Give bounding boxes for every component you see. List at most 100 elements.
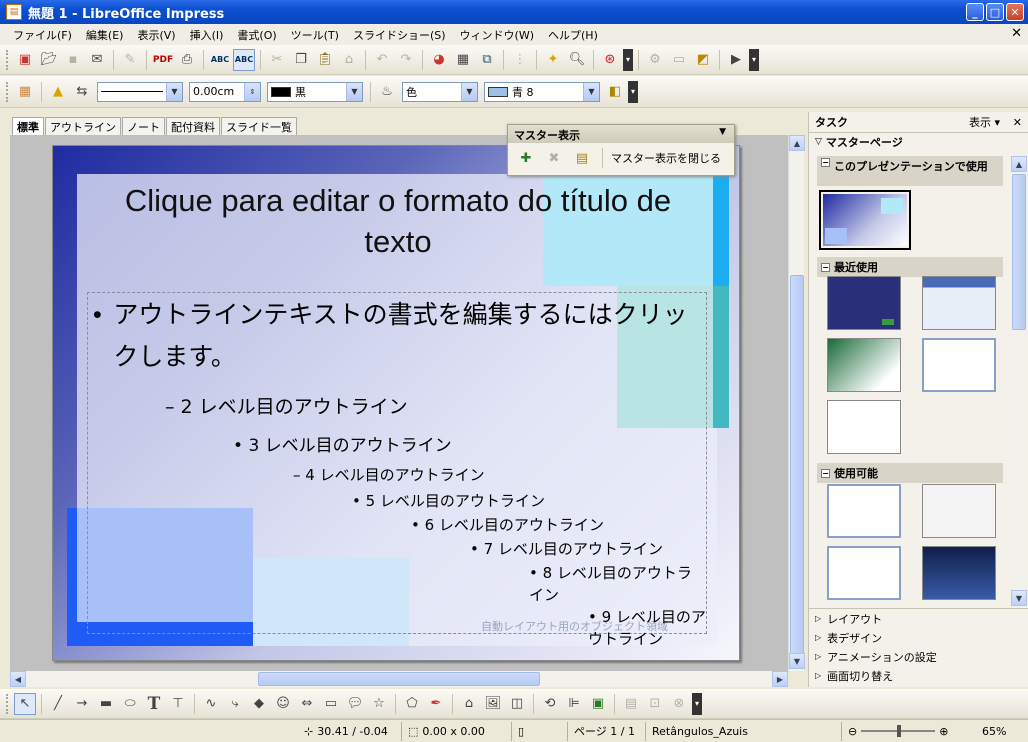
menu-tools[interactable]: ツール(T) — [284, 27, 346, 43]
master-thumb-recent-3[interactable] — [827, 338, 901, 392]
master-thumb-current[interactable] — [819, 190, 911, 250]
outline-level-2[interactable]: – 2 レベル目のアウトライン — [165, 392, 408, 419]
task-link-animation[interactable]: ▷ アニメーションの設定 — [809, 647, 1028, 666]
tab-handout[interactable]: 配付資料 — [166, 117, 220, 135]
menu-format[interactable]: 書式(O) — [230, 27, 283, 43]
block-arrows-icon[interactable]: ⇔ — [296, 693, 318, 715]
tab-normal[interactable]: 標準 — [12, 117, 44, 135]
points-icon[interactable]: ⬠ — [401, 693, 423, 715]
toolbar-overflow-icon[interactable]: ▾ — [623, 48, 633, 71]
basic-shapes-icon[interactable]: ◆ — [248, 693, 270, 715]
spellcheck-icon[interactable]: ABC — [209, 49, 231, 71]
callouts-icon[interactable]: 💬︎ — [344, 693, 366, 715]
clone-format-icon[interactable]: ⌂ — [338, 49, 360, 71]
task-link-transition[interactable]: ▷ 画面切り替え — [809, 666, 1028, 685]
scroll-right-icon[interactable]: ▶ — [772, 671, 788, 687]
toolbar-overflow-icon-4[interactable]: ▾ — [692, 692, 702, 715]
maximize-button[interactable]: □ — [986, 3, 1004, 21]
outline-level-6[interactable]: • 6 レベル目のアウトライン — [411, 514, 604, 535]
document-modified-icon[interactable]: ▯ — [512, 721, 568, 741]
paste-icon[interactable]: 📋︎ — [314, 49, 336, 71]
master-thumb-available-3[interactable] — [827, 546, 901, 600]
edit-file-icon[interactable]: ✎ — [119, 49, 141, 71]
horizontal-scroll-thumb[interactable] — [258, 672, 540, 686]
gallery-icon[interactable]: 🖼︎ — [482, 693, 504, 715]
interaction-icon[interactable]: ⊗ — [668, 693, 690, 715]
line-style-select[interactable]: ▼ — [97, 81, 183, 102]
close-document-icon[interactable]: ✕ — [1011, 26, 1022, 41]
scroll-down-icon[interactable]: ▼ — [789, 653, 805, 669]
task-link-table-design[interactable]: ▷ 表デザイン — [809, 628, 1028, 647]
symbol-shapes-icon[interactable]: ☺ — [272, 693, 294, 715]
minimize-button[interactable]: _ — [966, 3, 984, 21]
toolbar-overflow-icon-2[interactable]: ▾ — [749, 48, 759, 71]
toolbar-grip[interactable] — [6, 49, 9, 70]
select-pointer-icon[interactable]: ↖ — [14, 692, 36, 715]
outline-level-8[interactable]: • 8 レベル目のアウトライン — [529, 562, 697, 606]
outline-level-5[interactable]: • 5 レベル目のアウトライン — [352, 490, 545, 511]
gear-icon[interactable]: ⚙ — [644, 49, 666, 71]
outline-level-4[interactable]: – 4 レベル目のアウトライン — [293, 464, 485, 485]
area-color-select[interactable]: 青 8 ▼ — [484, 81, 600, 102]
zoom-in-icon[interactable]: ⊕ — [939, 725, 948, 738]
task-pane-close-icon[interactable]: ✕ — [1013, 116, 1022, 129]
task-pane-view-button[interactable]: 表示 ▾ — [969, 114, 1000, 130]
master-thumb-available-4[interactable] — [922, 546, 996, 600]
menu-view[interactable]: 表示(V) — [130, 27, 182, 43]
outline-level-1[interactable]: • アウトラインテキストの書式を編集するにはクリックします。 — [93, 294, 703, 378]
task-pane-scrollbar[interactable]: ▲ ▼ — [1011, 156, 1027, 607]
object-position-icon[interactable]: ▦ — [14, 81, 36, 103]
close-master-view-button[interactable]: マスター表示を閉じる — [611, 150, 721, 166]
rotate-icon[interactable]: ⟲ — [539, 693, 561, 715]
line-width-field[interactable]: 0.00cm ⇕ — [189, 81, 261, 102]
master-thumb-recent-5[interactable] — [827, 400, 901, 454]
extrusion-icon[interactable]: ◫ — [506, 693, 528, 715]
flowchart-icon[interactable]: ▭ — [320, 693, 342, 715]
arrow-line-icon[interactable]: → — [71, 693, 93, 715]
show-draw-functions-icon[interactable]: ⧉ — [476, 49, 498, 71]
toolbar-grip-2[interactable] — [6, 81, 9, 102]
zoom-slider-thumb[interactable] — [897, 725, 902, 737]
menu-edit[interactable]: 編集(E) — [79, 27, 131, 43]
toolbar-grip-3[interactable] — [6, 693, 9, 714]
master-slide[interactable]: Clique para editar o formato do título d… — [52, 145, 740, 661]
text-tool-icon[interactable]: T — [143, 693, 165, 715]
slide-title[interactable]: Clique para editar o formato do título d… — [123, 180, 673, 262]
slide-layout-icon[interactable]: ▭ — [668, 49, 690, 71]
crop-icon[interactable]: ⊡ — [644, 693, 666, 715]
vertical-scroll-thumb[interactable] — [790, 275, 804, 667]
from-file-icon[interactable]: ⌂ — [458, 693, 480, 715]
master-thumb-available-1[interactable] — [827, 484, 901, 538]
grid-icon[interactable]: ⋮ — [509, 49, 531, 71]
master-thumb-recent-4[interactable] — [922, 338, 996, 392]
shadow-icon[interactable]: ◧ — [604, 81, 626, 103]
area-style-select[interactable]: 色 ▼ — [402, 81, 478, 102]
connector-icon[interactable]: ⤷ — [224, 693, 246, 715]
cut-icon[interactable]: ✂ — [266, 49, 288, 71]
master-thumb-available-2[interactable] — [922, 484, 996, 538]
stars-icon[interactable]: ☆ — [368, 693, 390, 715]
new-document-icon[interactable]: ▣ — [14, 49, 36, 71]
outline-level-3[interactable]: • 3 レベル目のアウトライン — [233, 431, 452, 456]
zoom-icon[interactable]: 🔍︎ — [566, 49, 588, 71]
outline-level-7[interactable]: • 7 レベル目のアウトライン — [470, 538, 663, 559]
delete-master-icon[interactable]: ✖ — [543, 147, 565, 169]
line-icon[interactable]: ▲ — [47, 81, 69, 103]
arrow-style-icon[interactable]: ⇆ — [71, 81, 93, 103]
help-icon[interactable]: ⊛ — [599, 49, 621, 71]
fontwork-icon[interactable]: ✒ — [425, 693, 447, 715]
master-pages-header[interactable]: ▽ マスターページ — [809, 132, 1028, 150]
rename-master-icon[interactable]: ▤ — [571, 147, 593, 169]
save-icon[interactable]: ▪ — [62, 49, 84, 71]
close-button[interactable]: ✕ — [1006, 3, 1024, 21]
slide-design-icon[interactable]: ◩ — [692, 49, 714, 71]
undo-icon[interactable]: ↶ — [371, 49, 393, 71]
menu-file[interactable]: ファイル(F) — [6, 27, 79, 43]
tab-slide-sorter[interactable]: スライド一覧 — [221, 117, 297, 135]
menu-insert[interactable]: 挿入(I) — [183, 27, 231, 43]
vertical-text-icon[interactable]: ⊤ — [167, 693, 189, 715]
redo-icon[interactable]: ↷ — [395, 49, 417, 71]
master-thumb-recent-2[interactable] — [922, 276, 996, 330]
section-used-header[interactable]: − このプレゼンテーションで使用 — [817, 156, 1003, 186]
zoom-level[interactable]: 65% — [976, 722, 1012, 741]
